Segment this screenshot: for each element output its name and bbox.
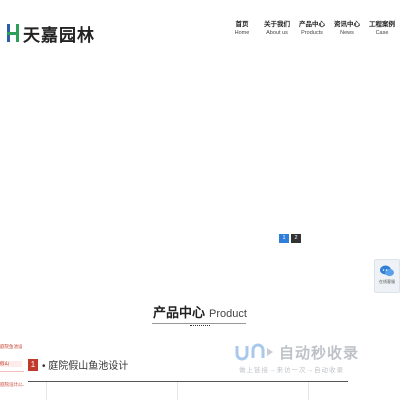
watermark: 自动秒收录 做上链接→来访一次→自动收录 — [231, 340, 391, 378]
nav-case[interactable]: 工程案例 Case — [365, 20, 399, 37]
site-logo[interactable]: 天嘉园林 — [6, 18, 95, 48]
banner-page-1[interactable]: 1 — [279, 234, 289, 243]
section-title-en: Product — [209, 308, 247, 320]
nav-home[interactable]: 首页 Home — [225, 20, 259, 37]
logo-text: 天嘉园林 — [23, 25, 95, 45]
hero-banner — [0, 50, 400, 250]
nav-about[interactable]: 关于我们 About us — [260, 20, 294, 37]
nav-products-label: 产品中心 — [299, 21, 325, 28]
product-number-badge: 1 — [28, 358, 38, 371]
online-service-label: 在线客服 — [379, 279, 395, 284]
nav-home-label: 首页 — [235, 21, 249, 28]
grid-divider — [46, 382, 47, 400]
nav-news[interactable]: 资讯中心 News — [330, 20, 364, 37]
banner-pager: 1 2 — [279, 234, 301, 243]
section-title-underline — [152, 323, 246, 324]
product-item-header[interactable]: 1 • 庭院假山鱼池设计 — [28, 357, 128, 372]
watermark-main-text: 自动秒收录 — [279, 345, 360, 362]
grid-divider — [308, 382, 309, 400]
grid-divider — [177, 382, 178, 400]
banner-page-2[interactable]: 2 — [291, 234, 301, 243]
nav-news-label: 资讯中心 — [334, 21, 360, 28]
nav-products-sublabel: Products — [301, 30, 323, 36]
product-grid — [0, 382, 400, 400]
nav-about-sublabel: About us — [266, 30, 288, 36]
logo-h-icon — [7, 24, 19, 42]
category-item[interactable]: 庭院鱼池设计 — [0, 344, 22, 350]
section-title-cn: 产品中心 — [153, 305, 206, 320]
nav-case-sublabel: Case — [375, 30, 389, 36]
watermark-logo-icon — [235, 343, 273, 361]
chat-bubbles-icon — [380, 265, 394, 277]
watermark-sub-text: 做上链接→来访一次→自动收录 — [239, 367, 344, 374]
section-title-dots — [190, 325, 210, 326]
product-item-title: • 庭院假山鱼池设计 — [42, 361, 129, 372]
nav-products[interactable]: 产品中心 Products — [295, 20, 329, 37]
products-section-title: 产品中心 Product — [0, 302, 400, 322]
nav-about-label: 关于我们 — [264, 21, 290, 28]
nav-case-label: 工程案例 — [369, 21, 395, 28]
nav-news-sublabel: News — [340, 30, 354, 36]
category-divider — [0, 371, 24, 372]
site-header: 天嘉园林 首页 Home 关于我们 About us 产品中心 Products… — [0, 0, 400, 50]
online-service-widget[interactable]: 在线客服 — [374, 259, 400, 293]
main-nav: 首页 Home 关于我们 About us 产品中心 Products 资讯中心… — [225, 20, 400, 37]
nav-home-sublabel: Home — [234, 30, 250, 36]
